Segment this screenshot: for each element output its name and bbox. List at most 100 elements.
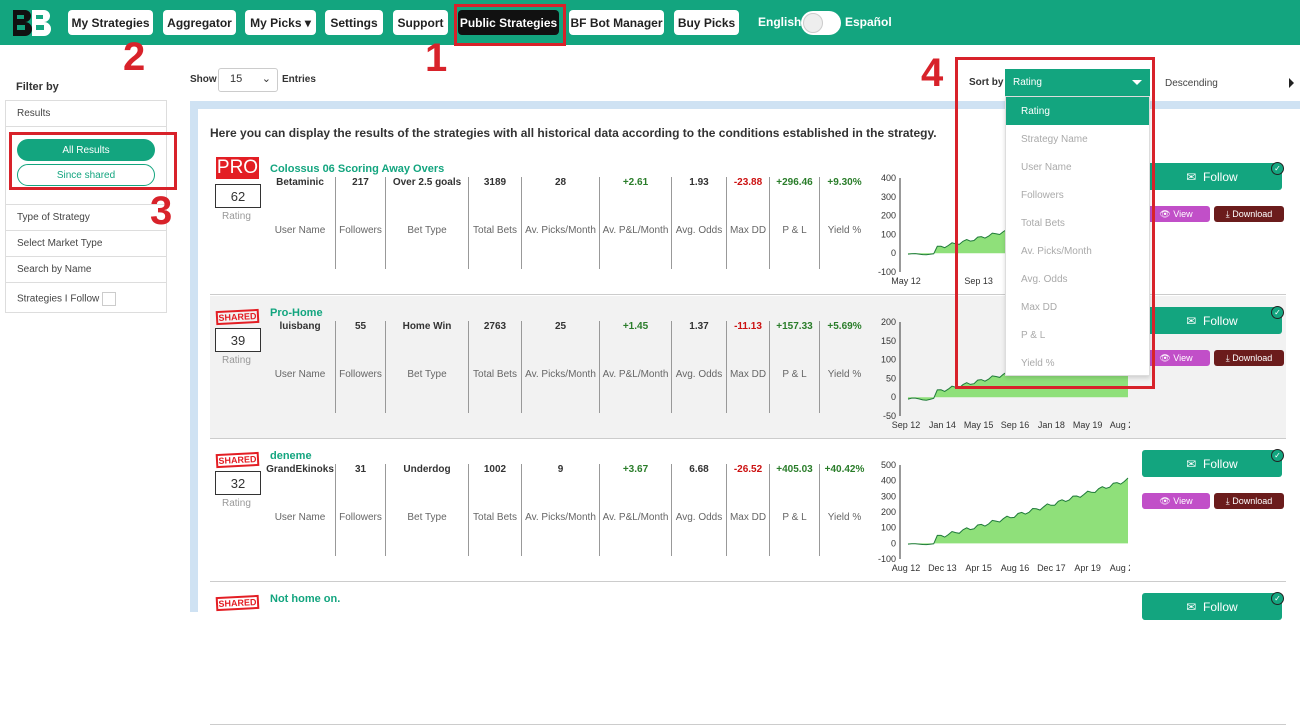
chart-x-tick: Aug 16 [1001,563,1030,573]
pro-badge: PRO [216,157,259,179]
stat-value-pl: +405.03 [776,464,813,475]
stat-value-picks: 9 [557,464,564,475]
stat-value-followers: 217 [352,177,369,188]
view-label: View [1173,353,1193,363]
chart-x-tick: May 15 [964,420,994,430]
annotation-number-3: 3 [150,189,173,233]
stat-column-maxdd: -11.13 Max DD [726,321,769,413]
stat-value-pl_month: +3.67 [622,464,649,475]
stat-label-user: User Name [274,369,326,380]
language-toggle[interactable] [801,11,841,35]
chart-x-tick: Aug 21 [1110,563,1130,573]
chart-x-tick: Aug 21 [1110,420,1130,430]
follow-label: Follow [1203,599,1238,614]
toggle-knob [803,13,823,33]
lang-english[interactable]: English [758,15,801,29]
nav-aggregator[interactable]: Aggregator [163,10,236,35]
envelope-icon: ✉ [1186,169,1204,184]
filter-results-label: Results [6,101,166,127]
shared-badge: SHARED [215,451,260,469]
filter-follow-label: Strategies I Follow [17,293,100,305]
chart-y-tick: 300 [881,491,896,501]
download-button[interactable]: ⤓ Download [1214,493,1284,509]
stat-label-maxdd: Max DD [729,369,767,380]
stat-column-pl_month: +2.61 Av. P&L/Month [599,177,671,269]
view-label: View [1173,496,1193,506]
follow-button[interactable]: ✉ Follow [1142,450,1282,477]
stat-column-maxdd: -23.88 Max DD [726,177,769,269]
chart-y-tick: 0 [891,538,896,548]
filter-market-type[interactable]: Select Market Type [6,231,166,257]
chart-x-tick: Sep 16 [1001,420,1030,430]
stat-value-maxdd: -26.52 [733,464,763,475]
stat-value-pl_month: +1.45 [622,321,649,332]
stat-value-bet_type: Underdog [403,464,451,475]
follow-checkbox[interactable] [102,292,117,306]
chart-y-tick: 0 [891,248,896,258]
nav-buy-picks[interactable]: Buy Picks [674,10,739,35]
chart-x-tick: Dec 13 [928,563,957,573]
stat-column-picks: 25 Av. Picks/Month [521,321,599,413]
stat-value-pl_month: +2.61 [622,177,649,188]
stat-column-user: GrandEkinoks User Name [265,464,335,556]
nav-settings[interactable]: Settings [325,10,383,35]
follow-button[interactable]: ✉ Follow [1142,307,1282,334]
follow-button[interactable]: ✉ Follow [1142,163,1282,190]
rating-label: Rating [222,498,251,509]
nav-my-strategies[interactable]: My Strategies [68,10,153,35]
stat-column-pl: +405.03 P & L [769,464,819,556]
view-button[interactable]: 👁 View [1142,493,1210,509]
caret-right-icon[interactable] [1289,78,1294,88]
stat-label-picks: Av. Picks/Month [525,512,596,523]
chart-y-tick: 100 [881,229,896,239]
stat-value-bet_type: Home Win [402,321,452,332]
strategy-name[interactable]: Pro-Home [270,307,323,319]
filter-search-by-name[interactable]: Search by Name [6,257,166,283]
lang-spanish[interactable]: Español [845,15,892,29]
filter-type-of-strategy[interactable]: Type of Strategy [6,205,166,231]
download-button[interactable]: ⤓ Download [1214,350,1284,366]
stat-column-total_bets: 2763 Total Bets [468,321,521,413]
chart-x-tick: Dec 17 [1037,563,1066,573]
strategy-name[interactable]: Not home on. [270,593,340,605]
stat-value-odds: 1.93 [689,177,709,188]
chart-y-tick: 300 [881,192,896,202]
rating-value: 62 [215,184,261,208]
annotation-number-1: 1 [425,36,448,80]
rating-value: 32 [215,471,261,495]
logo[interactable] [10,8,56,38]
stat-value-user: Betaminic [276,177,324,188]
nav-support[interactable]: Support [393,10,448,35]
stat-column-followers: 31 Followers [335,464,385,556]
sort-order[interactable]: Descending [1165,78,1218,89]
check-icon: ✓ [1271,306,1284,319]
stat-label-yield: Yield % [827,369,862,380]
strategy-name[interactable]: deneme [270,450,312,462]
download-button[interactable]: ⤓ Download [1214,206,1284,222]
stat-label-pl: P & L [782,512,807,523]
follow-button[interactable]: ✉ Follow [1142,593,1282,620]
shared-badge: SHARED [215,308,260,326]
stat-label-pl_month: Av. P&L/Month [602,369,669,380]
show-entries-select[interactable]: 15 ⌄ [218,68,278,92]
filter-strategies-follow[interactable]: Strategies I Follow [6,283,166,313]
download-label: Download [1232,209,1273,219]
nav-my-picks[interactable]: My Picks ▾ [245,10,316,35]
stat-column-followers: 217 Followers [335,177,385,269]
chart-x-tick: Sep 12 [892,420,921,430]
chevron-down-icon: ⌄ [261,73,271,85]
strategy-name[interactable]: Colossus 06 Scoring Away Overs [270,163,444,175]
stat-column-pl_month: +1.45 Av. P&L/Month [599,321,671,413]
stat-column-total_bets: 3189 Total Bets [468,177,521,269]
stat-label-pl: P & L [782,225,807,236]
stat-value-yield: +5.69% [827,321,862,332]
annotation-number-2: 2 [123,35,146,79]
check-icon: ✓ [1271,162,1284,175]
nav-bf-bot-manager[interactable]: BF Bot Manager [569,10,664,35]
strategy-row: SHARED Not home on. ✉ Follow ✓ [210,582,1286,725]
check-icon: ✓ [1271,592,1284,605]
stat-label-pl: P & L [782,369,807,380]
stat-label-bet_type: Bet Type [407,512,447,523]
stat-column-picks: 9 Av. Picks/Month [521,464,599,556]
stat-column-bet_type: Underdog Bet Type [385,464,468,556]
